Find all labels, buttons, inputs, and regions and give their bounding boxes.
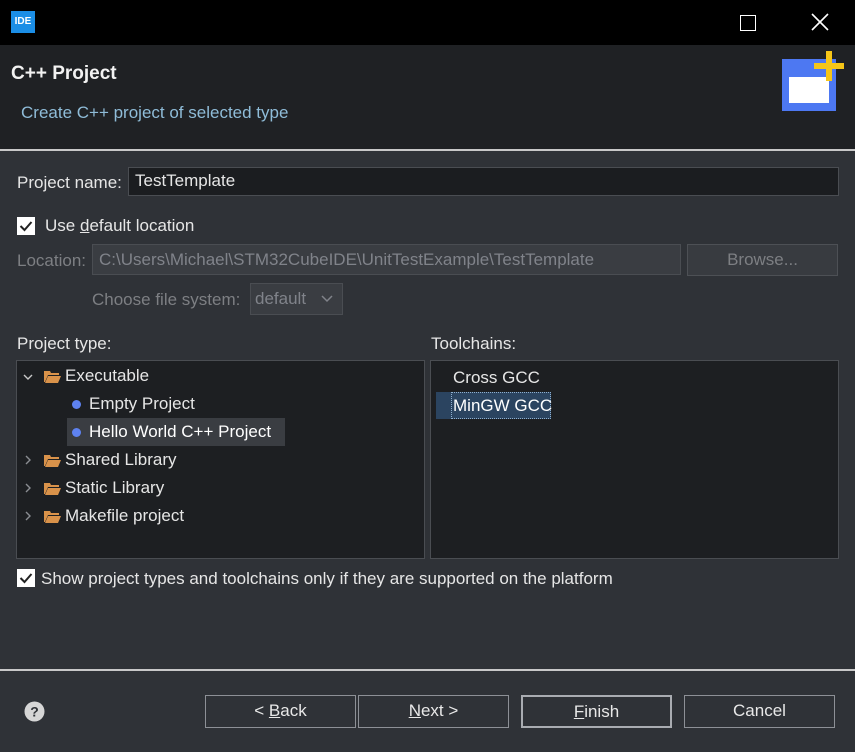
tree-item-empty-project[interactable]: Empty Project [17, 390, 417, 418]
tree-item-executable[interactable]: Executable [17, 362, 417, 390]
tree-item-label: Hello World C++ Project [89, 422, 272, 441]
wizard-header [0, 45, 855, 149]
show-supported-label: Show project types and toolchains only i… [41, 569, 613, 588]
next-button[interactable]: Next > [358, 695, 509, 728]
show-supported-checkbox[interactable] [17, 569, 35, 587]
svg-text:?: ? [30, 704, 39, 720]
selection-highlight [436, 392, 451, 419]
use-default-location-checkbox[interactable] [17, 217, 35, 235]
location-label: Location: [17, 251, 86, 270]
chevron-right-icon[interactable] [23, 511, 33, 521]
chevron-right-icon[interactable] [23, 455, 33, 465]
toolchains-label: Toolchains: [431, 334, 517, 353]
use-default-location-label: Use default location [45, 216, 195, 235]
app-icon: IDE [11, 11, 35, 33]
tree-item-label: Shared Library [65, 450, 177, 469]
header-separator [0, 149, 855, 151]
tree-item-static-library[interactable]: Static Library [17, 474, 417, 502]
close-button[interactable] [796, 0, 844, 45]
toolchain-item-mingw-gcc[interactable]: MinGW GCC [431, 392, 831, 420]
footer-separator [0, 669, 855, 671]
folder-open-icon [44, 455, 61, 467]
project-type-dot-icon [72, 400, 81, 409]
back-button[interactable]: < Back [205, 695, 356, 728]
tree-item-makefile-project[interactable]: Makefile project [17, 502, 417, 530]
file-system-value: default [255, 289, 307, 308]
tree-item-label: Empty Project [89, 394, 195, 413]
tree-item-label: Makefile project [65, 506, 185, 525]
toolchain-item-cross-gcc[interactable]: Cross GCC [431, 364, 831, 392]
toolchain-item-label: Cross GCC [453, 368, 540, 387]
title-bar: IDE [0, 0, 855, 45]
cancel-button[interactable]: Cancel [684, 695, 835, 728]
project-type-label: Project type: [17, 334, 112, 353]
chevron-down-icon [321, 295, 333, 303]
file-system-label: Choose file system: [92, 290, 241, 309]
page-description: Create C++ project of selected type [21, 103, 289, 122]
project-type-dot-icon [72, 428, 81, 437]
tree-item-shared-library[interactable]: Shared Library [17, 446, 417, 474]
maximize-button[interactable] [740, 15, 756, 31]
page-title: C++ Project [11, 63, 117, 84]
tree-item-label: Executable [65, 366, 150, 385]
chevron-right-icon[interactable] [23, 483, 33, 493]
help-icon[interactable]: ? [24, 701, 45, 722]
close-icon [811, 13, 829, 31]
location-input[interactable]: C:\Users\Michael\STM32CubeIDE\UnitTestEx… [92, 244, 681, 275]
new-project-banner-icon [782, 51, 844, 111]
finish-button[interactable]: Finish [521, 695, 672, 728]
tree-item-label: Static Library [65, 478, 165, 497]
file-system-select[interactable]: default [250, 283, 343, 315]
folder-open-icon [44, 371, 61, 383]
toolchains-list[interactable]: Cross GCC MinGW GCC [430, 360, 839, 559]
chevron-down-icon[interactable] [23, 372, 33, 382]
folder-open-icon [44, 511, 61, 523]
checkmark-icon [19, 573, 33, 584]
browse-button[interactable]: Browse... [687, 244, 838, 276]
folder-open-icon [44, 483, 61, 495]
tree-item-hello-world[interactable]: Hello World C++ Project [17, 418, 417, 446]
checkmark-icon [19, 221, 33, 232]
project-name-label: Project name: [17, 173, 122, 192]
project-type-tree[interactable]: Executable Empty Project Hello World C++… [16, 360, 425, 559]
toolchain-item-label: MinGW GCC [453, 396, 553, 415]
project-name-input[interactable]: TestTemplate [128, 167, 839, 196]
